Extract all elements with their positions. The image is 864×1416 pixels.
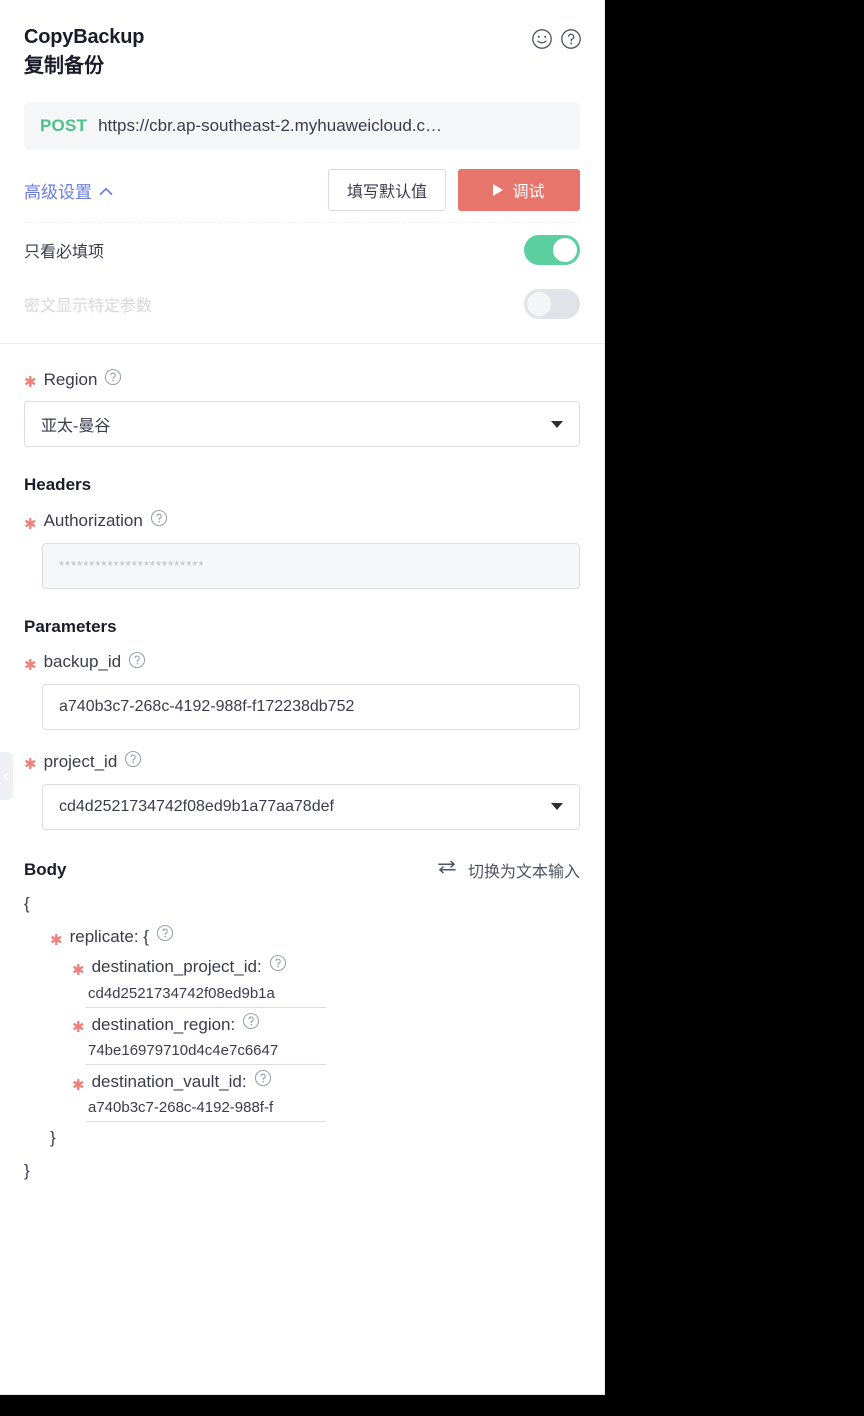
backup-id-input[interactable]: a740b3c7-268c-4192-988f-f172238db752 xyxy=(42,684,580,731)
mask-params-switch[interactable] xyxy=(524,289,580,319)
chevron-down-icon xyxy=(551,420,563,428)
header-icon-group xyxy=(531,28,582,50)
help-icon[interactable] xyxy=(156,924,174,950)
api-debug-panel: ‹ CopyBackup 复制备份 POST https://cbr.ap-so… xyxy=(0,0,605,1395)
json-value-destination-project-id[interactable]: cd4d2521734742f08ed9b1a xyxy=(86,983,326,1008)
authorization-input[interactable]: ************************ xyxy=(42,542,580,589)
json-key-destination-region: ✱ destination_region: xyxy=(24,1012,580,1038)
swap-arrows-icon xyxy=(436,859,458,880)
body-section-title: Body xyxy=(24,859,67,879)
switch-to-text-input-button[interactable]: 切换为文本输入 xyxy=(436,858,580,882)
panel-collapse-handle[interactable]: ‹ xyxy=(0,752,13,800)
switch-knob xyxy=(527,292,551,316)
debug-button[interactable]: 调试 xyxy=(458,169,580,211)
help-icon[interactable] xyxy=(124,750,142,773)
help-icon[interactable] xyxy=(269,954,287,980)
required-only-label: 只看必填项 xyxy=(24,244,105,261)
required-star-icon: ✱ xyxy=(50,931,63,949)
json-value-destination-region[interactable]: 74be16979710d4c4e7c6647 xyxy=(86,1040,326,1065)
authorization-label: Authorization xyxy=(43,510,143,530)
json-open-brace: { xyxy=(24,893,30,913)
json-key-label: destination_region: xyxy=(91,1014,236,1034)
request-form: ✱ Region 亚太-曼谷 Headers ✱ Authorization *… xyxy=(0,344,604,1187)
backup-id-value: a740b3c7-268c-4192-988f-f172238db752 xyxy=(59,698,355,716)
region-label: Region xyxy=(43,369,98,389)
page-title: CopyBackup xyxy=(24,26,145,48)
fill-defaults-button[interactable]: 填写默认值 xyxy=(327,169,446,211)
help-icon[interactable] xyxy=(104,368,122,391)
chevron-down-icon xyxy=(551,803,563,811)
page-subtitle: 复制备份 xyxy=(24,55,104,77)
json-key-label: destination_vault_id: xyxy=(91,1071,247,1091)
request-url-bar[interactable]: POST https://cbr.ap-southeast-2.myhuawei… xyxy=(24,102,580,150)
advanced-settings-toggle[interactable]: 高级设置 xyxy=(24,178,113,203)
headers-section-title: Headers xyxy=(24,475,92,495)
smiley-icon[interactable] xyxy=(531,28,553,50)
json-close-brace-replicate: } xyxy=(50,1128,56,1148)
required-star-icon: ✱ xyxy=(24,515,37,533)
json-key-replicate: ✱ replicate: { xyxy=(24,924,580,950)
chevron-up-icon xyxy=(99,185,113,198)
required-star-icon: ✱ xyxy=(24,656,37,674)
http-method-label: POST xyxy=(40,116,88,135)
help-icon[interactable] xyxy=(242,1012,260,1038)
backup-id-label: backup_id xyxy=(43,652,122,672)
action-buttons: 填写默认值 调试 xyxy=(327,169,580,211)
action-row: 高级设置 填写默认值 调试 xyxy=(24,164,580,216)
required-star-icon: ✱ xyxy=(72,1019,85,1037)
json-key-destination-vault-id: ✱ destination_vault_id: xyxy=(24,1069,580,1095)
body-json-editor: { ✱ replicate: { ✱ destination_project_i… xyxy=(24,888,580,1187)
switch-knob xyxy=(553,238,577,262)
help-icon[interactable] xyxy=(150,509,168,532)
region-value: 亚太-曼谷 xyxy=(41,418,111,436)
json-close-brace: } xyxy=(24,1160,30,1180)
question-circle-icon[interactable] xyxy=(560,28,582,50)
required-star-icon: ✱ xyxy=(72,961,85,979)
required-star-icon: ✱ xyxy=(24,756,37,774)
backup-id-label-row: ✱ backup_id xyxy=(24,651,580,674)
required-only-row: 只看必填项 xyxy=(24,223,580,277)
project-id-value: cd4d2521734742f08ed9b1a77aa78def xyxy=(59,797,334,815)
project-id-label: project_id xyxy=(43,751,118,771)
authorization-label-row: ✱ Authorization xyxy=(24,509,580,532)
help-icon[interactable] xyxy=(128,651,146,674)
panel-header: CopyBackup 复制备份 xyxy=(0,0,604,80)
json-key-label: destination_project_id: xyxy=(91,957,262,977)
chevron-left-icon: ‹ xyxy=(2,764,10,787)
debug-button-label: 调试 xyxy=(512,184,545,201)
json-key-destination-project-id: ✱ destination_project_id: xyxy=(24,954,580,980)
region-select[interactable]: 亚太-曼谷 xyxy=(24,401,580,448)
parameters-section-title: Parameters xyxy=(24,616,117,636)
help-icon[interactable] xyxy=(254,1069,272,1095)
play-icon xyxy=(493,184,504,196)
request-url-text: https://cbr.ap-southeast-2.myhuaweicloud… xyxy=(98,116,443,135)
region-label-row: ✱ Region xyxy=(24,368,580,391)
switch-to-text-input-label: 切换为文本输入 xyxy=(467,863,580,881)
body-header-row: Body 切换为文本输入 xyxy=(24,858,580,882)
advanced-settings-label: 高级设置 xyxy=(24,182,92,202)
authorization-value: ************************ xyxy=(59,558,205,574)
json-value-destination-vault-id[interactable]: a740b3c7-268c-4192-988f-f xyxy=(86,1097,326,1123)
mask-params-label: 密文显示特定参数 xyxy=(24,298,153,315)
json-key-label: replicate: { xyxy=(69,926,149,946)
project-id-select[interactable]: cd4d2521734742f08ed9b1a77aa78def xyxy=(42,783,580,830)
project-id-label-row: ✱ project_id xyxy=(24,750,580,773)
required-only-switch[interactable] xyxy=(524,235,580,265)
mask-params-row: 密文显示特定参数 xyxy=(24,277,580,331)
required-star-icon: ✱ xyxy=(24,374,37,392)
required-star-icon: ✱ xyxy=(72,1076,85,1094)
